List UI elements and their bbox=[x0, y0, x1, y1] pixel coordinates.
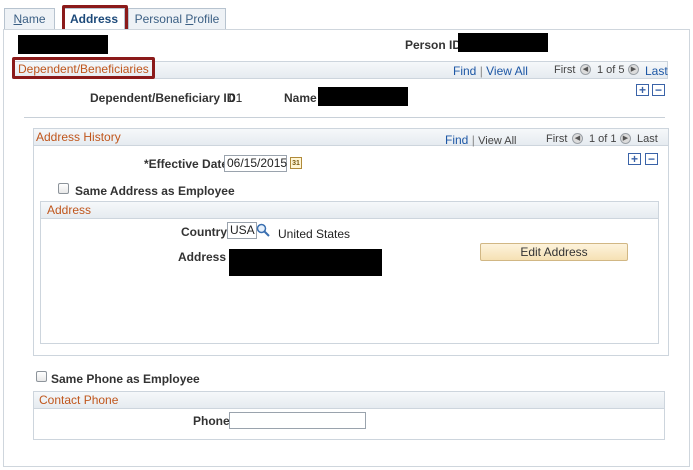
dependents-title: Dependent/Beneficiaries bbox=[18, 62, 149, 76]
address-history-remove-icon[interactable]: − bbox=[645, 153, 658, 165]
address-history-nav: Find | View All bbox=[445, 133, 517, 147]
effective-date-input[interactable]: 06/15/2015 bbox=[224, 155, 287, 172]
address-history-title: Address History bbox=[36, 130, 121, 144]
same-address-label: Same Address as Employee bbox=[75, 184, 235, 198]
dependents-add-icon[interactable]: + bbox=[636, 84, 649, 96]
address-title: Address bbox=[47, 203, 92, 217]
address-label: Address bbox=[178, 250, 227, 264]
dependents-pager: 1 of 5 bbox=[597, 64, 625, 76]
dependents-remove-icon[interactable]: − bbox=[652, 84, 665, 96]
person-id-label: Person ID bbox=[405, 38, 462, 52]
address-history-view-all: View All bbox=[478, 135, 517, 147]
contact-phone-title: Contact Phone bbox=[39, 393, 119, 407]
country-label: Country bbox=[181, 225, 227, 239]
dependents-prev-icon[interactable]: ◀ bbox=[580, 64, 591, 75]
dependents-next-icon[interactable]: ▶ bbox=[628, 64, 639, 75]
address-history-prev-icon[interactable]: ◀ bbox=[572, 133, 583, 144]
dependents-last-link[interactable]: Last bbox=[645, 64, 668, 78]
tab-personal-profile[interactable]: Personal Profile bbox=[128, 8, 226, 30]
dependents-nav: Find | View All bbox=[453, 64, 528, 78]
same-phone-label: Same Phone as Employee bbox=[51, 372, 200, 386]
same-phone-checkbox[interactable] bbox=[36, 371, 47, 382]
country-name: United States bbox=[278, 227, 351, 241]
contact-phone-header bbox=[33, 391, 665, 409]
address-history-next-icon[interactable]: ▶ bbox=[620, 133, 631, 144]
tab-address[interactable]: Address bbox=[63, 8, 125, 30]
dependent-id-value: 01 bbox=[229, 91, 243, 105]
edit-address-button[interactable]: Edit Address bbox=[480, 243, 628, 261]
redacted-employee-name bbox=[18, 35, 108, 54]
section-divider bbox=[24, 117, 665, 118]
lookup-icon[interactable] bbox=[256, 223, 270, 237]
dependent-id-label: Dependent/Beneficiary ID bbox=[90, 91, 236, 105]
calendar-icon[interactable]: 31 bbox=[290, 157, 302, 169]
country-code-input[interactable]: USA bbox=[227, 222, 257, 239]
effective-date-label: *Effective Date bbox=[144, 157, 229, 171]
redacted-dependent-name bbox=[318, 87, 408, 106]
phone-label: Phone bbox=[193, 414, 230, 428]
phone-input[interactable] bbox=[229, 412, 366, 429]
tab-name[interactable]: Name bbox=[4, 8, 55, 30]
address-history-first-label: First bbox=[546, 133, 568, 145]
address-history-find-link[interactable]: Find bbox=[445, 133, 468, 147]
dependents-view-all-link[interactable]: View All bbox=[486, 64, 528, 78]
dependent-name-label: Name bbox=[284, 91, 317, 105]
address-history-pager: 1 of 1 bbox=[589, 133, 617, 145]
address-header bbox=[40, 201, 659, 219]
redacted-address bbox=[229, 249, 382, 276]
address-history-add-icon[interactable]: + bbox=[628, 153, 641, 165]
same-address-checkbox[interactable] bbox=[58, 183, 69, 194]
dependents-first-label: First bbox=[554, 64, 576, 76]
dependents-find-link[interactable]: Find bbox=[453, 64, 476, 78]
redacted-person-id bbox=[458, 33, 548, 52]
address-history-last-label: Last bbox=[637, 133, 658, 145]
